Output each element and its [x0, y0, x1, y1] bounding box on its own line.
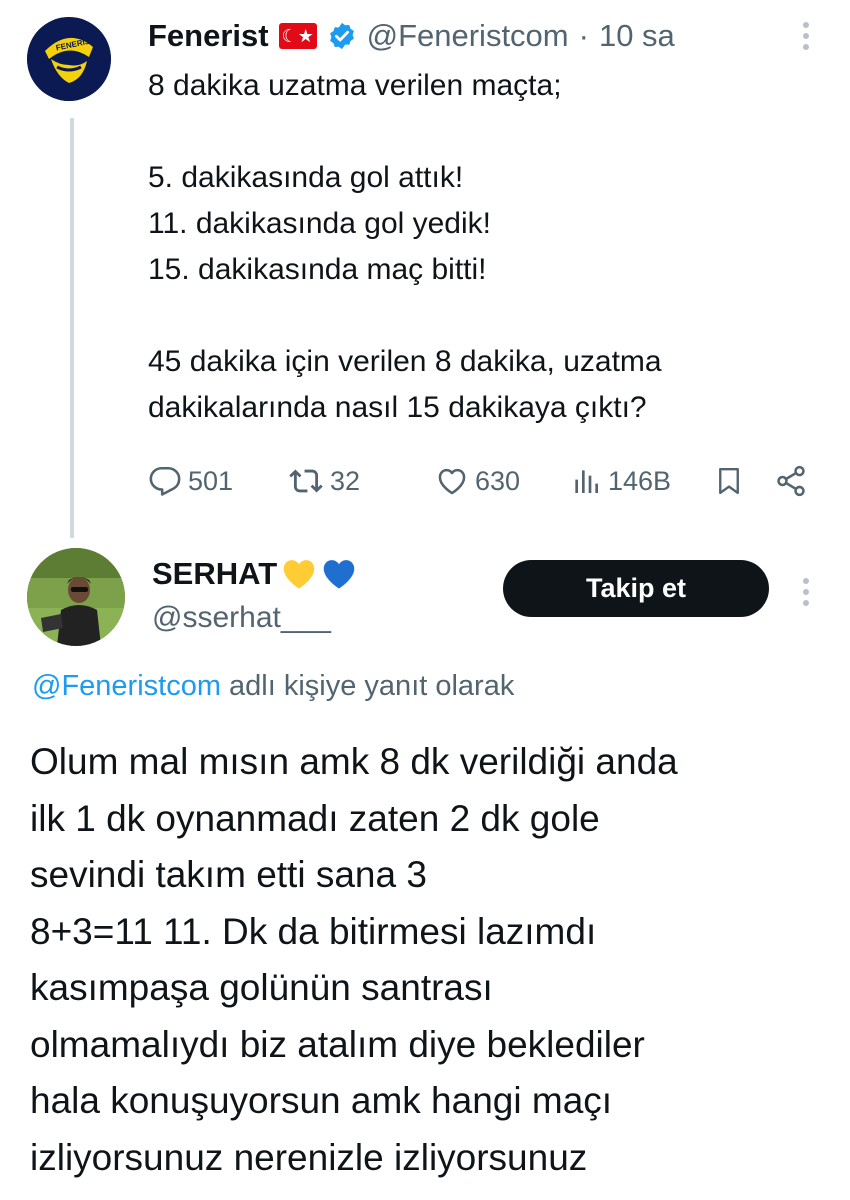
fenerist-logo: FENERIST: [27, 17, 111, 101]
reply-icon: [149, 466, 181, 496]
bookmark-button[interactable]: [714, 456, 744, 506]
reply-line: hala konuşuyorsun amk hangi maçı: [30, 1080, 613, 1121]
fenerist-avatar[interactable]: FENERIST: [27, 17, 111, 101]
reply-button[interactable]: 501: [148, 456, 233, 506]
profile-photo: [27, 548, 125, 646]
share-button[interactable]: [774, 456, 808, 506]
views-count: 146B: [608, 465, 672, 496]
reply-line: 8+3=11 11. Dk da bitirmesi lazımdı: [30, 910, 597, 952]
bookmark-icon: [719, 467, 739, 495]
reply-author-handle[interactable]: @sserhat___: [152, 601, 331, 635]
retweet-icon: [289, 469, 323, 493]
reply-count: 501: [188, 465, 234, 496]
like-count: 630: [475, 465, 521, 496]
more-icon[interactable]: [802, 578, 810, 606]
blue-heart-icon: [323, 560, 355, 589]
reply-line: ilk 1 dk oynanmadı zaten 2 dk gole: [30, 797, 600, 839]
tweet-text: 8 dakika uzatma verilen maçta; 5. dakika…: [148, 63, 828, 431]
reply-text: Olum mal mısın amk 8 dk verildiği anda i…: [30, 734, 820, 1186]
thread-line: [70, 118, 74, 538]
verified-icon: [329, 22, 354, 50]
reply-line: izliyorsunuz nerenizle izliyorsunuz: [30, 1136, 588, 1178]
reply-line: sevindi takım etti sana 3: [30, 854, 427, 895]
reply-author-name[interactable]: SERHAT: [152, 556, 277, 592]
tweet-page: FENERIST Fenerist ☾★ @Feneristcom · 10 s…: [0, 0, 850, 1200]
author-name[interactable]: Fenerist: [148, 18, 269, 54]
tweet-line: dakikalarında nasıl 15 dakikaya çıktı?: [148, 391, 647, 424]
separator-dot: ·: [578, 18, 589, 53]
retweet-count: 32: [330, 465, 361, 496]
replying-to-line: @Feneristcom adlı kişiye yanıt olarak: [32, 670, 514, 703]
replying-mention-link[interactable]: @Feneristcom: [32, 670, 221, 702]
turkey-flag-icon: ☾★: [278, 23, 317, 49]
tweet-line: 8 dakika uzatma verilen maçta;: [148, 69, 562, 102]
tweet-line: 5. dakikasında gol attık!: [148, 161, 464, 194]
reply-author-row: SERHAT: [152, 556, 357, 592]
like-icon: [438, 468, 466, 495]
like-button[interactable]: 630: [435, 456, 520, 506]
reply-line: kasımpaşa golünün santrası: [30, 967, 493, 1008]
views-icon: [575, 470, 598, 493]
retweet-button[interactable]: 32: [288, 456, 360, 506]
reply-line: olmamalıydı biz atalım diye beklediler: [30, 1023, 645, 1065]
tweet-line: 15. dakikasında maç bitti!: [148, 253, 487, 286]
replying-to-label: adlı kişiye yanıt olarak: [229, 670, 515, 702]
tweet-header: Fenerist ☾★ @Feneristcom · 10 sa: [148, 14, 675, 58]
author-handle[interactable]: @Feneristcom: [367, 18, 569, 54]
reply-line: Olum mal mısın amk 8 dk verildiği anda: [30, 741, 678, 782]
serhat-avatar[interactable]: [27, 548, 125, 646]
tweet-time[interactable]: 10 sa: [599, 18, 675, 54]
tweet-line: 11. dakikasında gol yedik!: [148, 207, 491, 240]
tweet-line: 45 dakika için verilen 8 dakika, uzatma: [148, 345, 662, 378]
share-icon: [777, 465, 805, 497]
views-button[interactable]: 146B: [570, 456, 671, 506]
yellow-heart-icon: [283, 560, 315, 589]
action-bar: 501 32 630 146B: [148, 456, 828, 506]
follow-button[interactable]: Takip et: [503, 560, 769, 617]
more-icon[interactable]: [802, 22, 810, 50]
